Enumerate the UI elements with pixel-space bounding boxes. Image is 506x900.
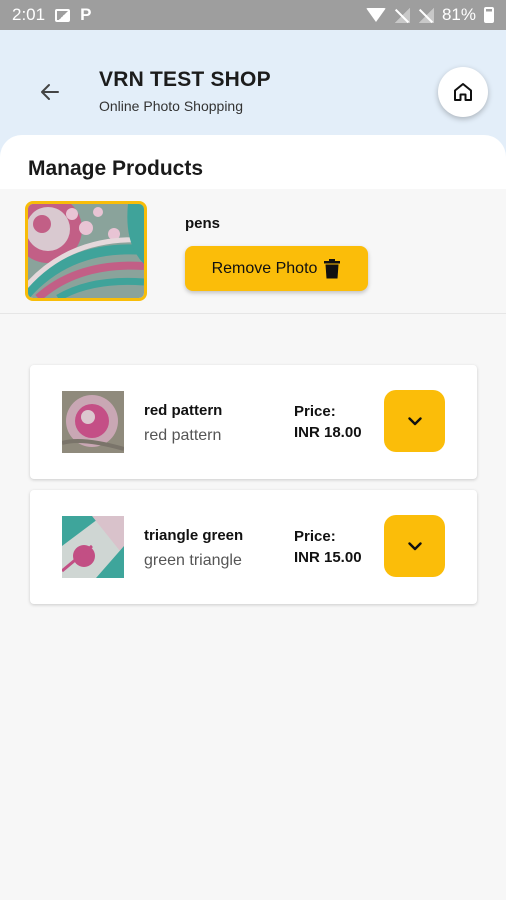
price-value: INR 18.00	[294, 424, 362, 441]
remove-photo-label: Remove Photo	[211, 259, 318, 277]
shop-subtitle: Online Photo Shopping	[99, 98, 243, 114]
page-title: Manage Products	[28, 157, 204, 180]
status-left: 2:01 P	[12, 5, 91, 25]
home-icon	[454, 83, 472, 101]
trash-icon	[324, 258, 341, 278]
product-thumbnail	[62, 391, 124, 453]
product-subtitle: green triangle	[144, 552, 242, 569]
section-card: Manage Products	[0, 135, 506, 189]
battery-icon	[484, 7, 494, 23]
product-photo-image	[28, 204, 144, 298]
expand-button[interactable]	[384, 515, 445, 577]
signal-off-icon	[417, 7, 434, 23]
selected-product-row: pens Remove Photo	[0, 189, 506, 314]
selected-product-name: pens	[185, 215, 221, 232]
image-icon	[55, 8, 71, 22]
product-photo[interactable]	[25, 201, 147, 301]
parking-icon: P	[80, 5, 92, 24]
battery-percent: 81%	[441, 5, 476, 24]
product-card[interactable]: triangle green green triangle Price: INR…	[30, 490, 477, 604]
product-subtitle: red pattern	[144, 427, 222, 444]
expand-button[interactable]	[384, 390, 445, 452]
product-thumbnail-image	[62, 516, 124, 578]
status-time: 2:01	[12, 5, 46, 24]
shop-title: VRN TEST SHOP	[99, 68, 271, 91]
back-arrow-icon	[41, 84, 59, 100]
chevron-down-icon	[407, 541, 422, 550]
status-right: 81%	[365, 5, 494, 25]
product-card[interactable]: red pattern red pattern Price: INR 18.00	[30, 365, 477, 479]
product-thumbnail	[62, 516, 124, 578]
product-title: red pattern	[144, 402, 223, 419]
product-title: triangle green	[144, 527, 244, 544]
price-label: Price:	[294, 403, 336, 420]
wifi-icon	[365, 8, 386, 22]
price-label: Price:	[294, 528, 336, 545]
signal-off-icon	[393, 7, 410, 23]
price-value: INR 15.00	[294, 549, 362, 566]
remove-photo-button[interactable]: Remove Photo	[185, 246, 368, 291]
product-thumbnail-image	[62, 391, 124, 453]
status-bar: 2:01 P 81%	[0, 0, 506, 30]
back-button[interactable]	[32, 77, 68, 107]
home-button[interactable]	[438, 67, 488, 117]
chevron-down-icon	[407, 416, 422, 425]
